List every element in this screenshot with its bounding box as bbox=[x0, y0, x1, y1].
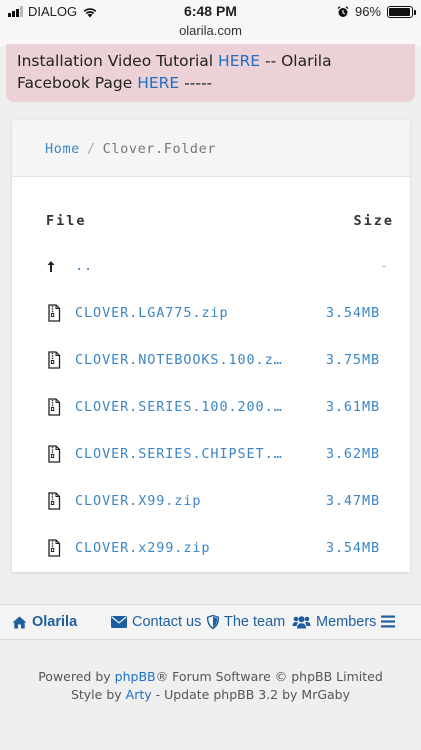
status-right: 96% bbox=[337, 4, 416, 19]
zip-file-icon bbox=[48, 445, 61, 463]
file-row[interactable]: CLOVER.x299.zip 3.54MB bbox=[46, 539, 406, 559]
file-name[interactable]: CLOVER.X99.zip bbox=[75, 493, 287, 509]
battery-percent: 96% bbox=[354, 4, 381, 19]
video-tutorial-link[interactable]: HERE bbox=[218, 52, 260, 70]
announcement-text: Installation Video Tutorial bbox=[17, 52, 219, 70]
facebook-page-link[interactable]: HERE bbox=[137, 74, 179, 92]
file-row[interactable]: CLOVER.X99.zip 3.47MB bbox=[46, 492, 406, 512]
breadcrumb-separator: / bbox=[86, 141, 96, 157]
file-row[interactable]: CLOVER.SERIES.100.200.zip 3.61MB bbox=[46, 398, 406, 418]
nav-contact-us[interactable]: Contact us bbox=[111, 614, 201, 630]
column-size[interactable]: Size bbox=[353, 213, 394, 229]
nav-team-label: The team bbox=[224, 614, 286, 630]
hamburger-menu-icon bbox=[381, 615, 395, 628]
phpbb-link[interactable]: phpBB bbox=[115, 669, 156, 684]
parent-directory-size: - bbox=[379, 258, 389, 274]
announcement-text: ----- bbox=[179, 74, 213, 92]
copyright-text: Style by bbox=[70, 687, 126, 702]
breadcrumb-current: Clover.Folder bbox=[102, 141, 217, 157]
announcement-banner: Installation Video Tutorial HERE -- Olar… bbox=[6, 44, 415, 102]
shield-icon bbox=[207, 615, 219, 629]
zip-file-icon bbox=[48, 539, 61, 557]
file-row[interactable]: CLOVER.SERIES.CHIPSET.zip 3.62MB bbox=[46, 445, 406, 465]
copyright-line-1: Powered by phpBB® Forum Software © phpBB… bbox=[0, 668, 421, 686]
file-row[interactable]: CLOVER.NOTEBOOKS.100.zip 3.75MB bbox=[46, 351, 406, 371]
battery-fill bbox=[389, 7, 411, 16]
nav-members[interactable]: Members bbox=[292, 614, 376, 630]
users-icon bbox=[292, 616, 311, 629]
file-size: 3.61MB bbox=[325, 399, 380, 415]
parent-directory-row[interactable]: .. - bbox=[46, 257, 406, 277]
table-header: File Size bbox=[46, 213, 394, 229]
copyright-line-2: Style by Arty - Update phpBB 3.2 by MrGa… bbox=[0, 686, 421, 704]
status-bar: DIALOG 6:48 PM olarila.com 96% bbox=[0, 0, 421, 46]
copyright-text: Powered by bbox=[38, 669, 115, 684]
nav-the-team[interactable]: The team bbox=[207, 614, 285, 630]
alarm-icon bbox=[337, 5, 349, 17]
file-size: 3.47MB bbox=[325, 493, 380, 509]
file-name[interactable]: CLOVER.SERIES.CHIPSET.zip bbox=[75, 446, 287, 462]
copyright-footer: Powered by phpBB® Forum Software © phpBB… bbox=[0, 668, 421, 704]
battery-icon bbox=[387, 5, 416, 18]
copyright-text: ® Forum Software © phpBB Limited bbox=[155, 669, 383, 684]
announcement-text: Facebook Page bbox=[17, 74, 138, 92]
file-name[interactable]: CLOVER.LGA775.zip bbox=[75, 305, 287, 321]
zip-file-icon bbox=[48, 398, 61, 416]
breadcrumb-home[interactable]: Home bbox=[45, 141, 80, 157]
url-bar[interactable]: olarila.com bbox=[0, 23, 421, 38]
file-name[interactable]: CLOVER.NOTEBOOKS.100.zip bbox=[75, 352, 287, 368]
file-name[interactable]: CLOVER.x299.zip bbox=[75, 540, 287, 556]
file-row[interactable]: CLOVER.LGA775.zip 3.54MB bbox=[46, 304, 406, 324]
arty-link[interactable]: Arty bbox=[126, 687, 152, 702]
file-browser-card: Home / Clover.Folder File Size .. - CLOVER… bbox=[12, 120, 410, 572]
announcement-line-2: Facebook Page HERE ----- bbox=[17, 72, 403, 94]
announcement-text: -- Olarila bbox=[260, 52, 332, 70]
nav-brand-label: Olarila bbox=[32, 614, 78, 630]
file-name[interactable]: CLOVER.SERIES.100.200.zip bbox=[75, 399, 287, 415]
nav-home-olarila[interactable]: Olarila bbox=[12, 614, 77, 630]
nav-contact-label: Contact us bbox=[132, 614, 202, 630]
file-size: 3.54MB bbox=[325, 540, 380, 556]
footer-navbar: Olarila Contact us The team Members bbox=[0, 604, 421, 640]
file-size: 3.75MB bbox=[325, 352, 380, 368]
breadcrumb: Home / Clover.Folder bbox=[12, 120, 410, 177]
file-size: 3.54MB bbox=[325, 305, 380, 321]
file-size: 3.62MB bbox=[325, 446, 380, 462]
nav-menu-button[interactable] bbox=[381, 615, 395, 628]
nav-members-label: Members bbox=[316, 614, 377, 630]
copyright-text: - Update phpBB 3.2 by MrGaby bbox=[151, 687, 351, 702]
zip-file-icon bbox=[48, 492, 61, 510]
home-icon bbox=[12, 616, 27, 628]
zip-file-icon bbox=[48, 351, 61, 369]
parent-directory-name[interactable]: .. bbox=[75, 258, 287, 274]
envelope-icon bbox=[111, 616, 127, 628]
zip-file-icon bbox=[48, 304, 61, 322]
column-file[interactable]: File bbox=[46, 213, 87, 229]
announcement-line-1: Installation Video Tutorial HERE -- Olar… bbox=[17, 50, 403, 72]
level-up-icon bbox=[47, 261, 55, 272]
